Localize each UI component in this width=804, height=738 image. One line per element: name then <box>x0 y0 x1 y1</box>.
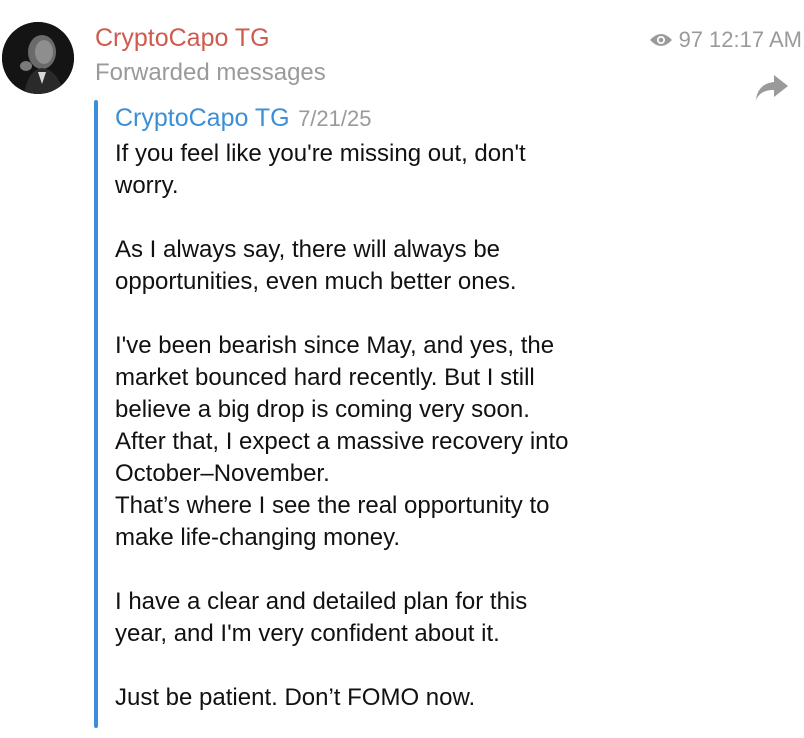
message-text: If you feel like you're missing out, don… <box>115 138 795 714</box>
message-meta: 97 12:17 AM <box>649 27 802 53</box>
message-paragraph: If you feel like you're missing out, don… <box>115 140 526 199</box>
eye-icon <box>649 34 672 46</box>
channel-avatar[interactable] <box>2 22 74 94</box>
forwarded-from-author[interactable]: CryptoCapo TG <box>115 104 290 132</box>
avatar-portrait-image <box>2 22 74 94</box>
message-paragraph: I've been bearish since May, and yes, th… <box>115 332 569 551</box>
message-paragraph: Just be patient. Don’t FOMO now. <box>115 684 476 711</box>
forwarded-label: Forwarded messages <box>95 59 326 86</box>
message-paragraph: I have a clear and detailed plan for thi… <box>115 588 528 647</box>
forward-quote-bar <box>94 100 98 728</box>
forwarded-from-header: CryptoCapo TG 7/21/25 <box>115 104 371 133</box>
channel-name[interactable]: CryptoCapo TG <box>95 24 270 53</box>
share-button[interactable] <box>754 72 790 102</box>
forwarded-from-date: 7/21/25 <box>298 106 372 131</box>
message-paragraph: As I always say, there will always be op… <box>115 236 517 295</box>
message-time: 12:17 AM <box>709 27 802 52</box>
view-count: 97 <box>678 27 704 52</box>
share-arrow-icon <box>756 75 788 100</box>
